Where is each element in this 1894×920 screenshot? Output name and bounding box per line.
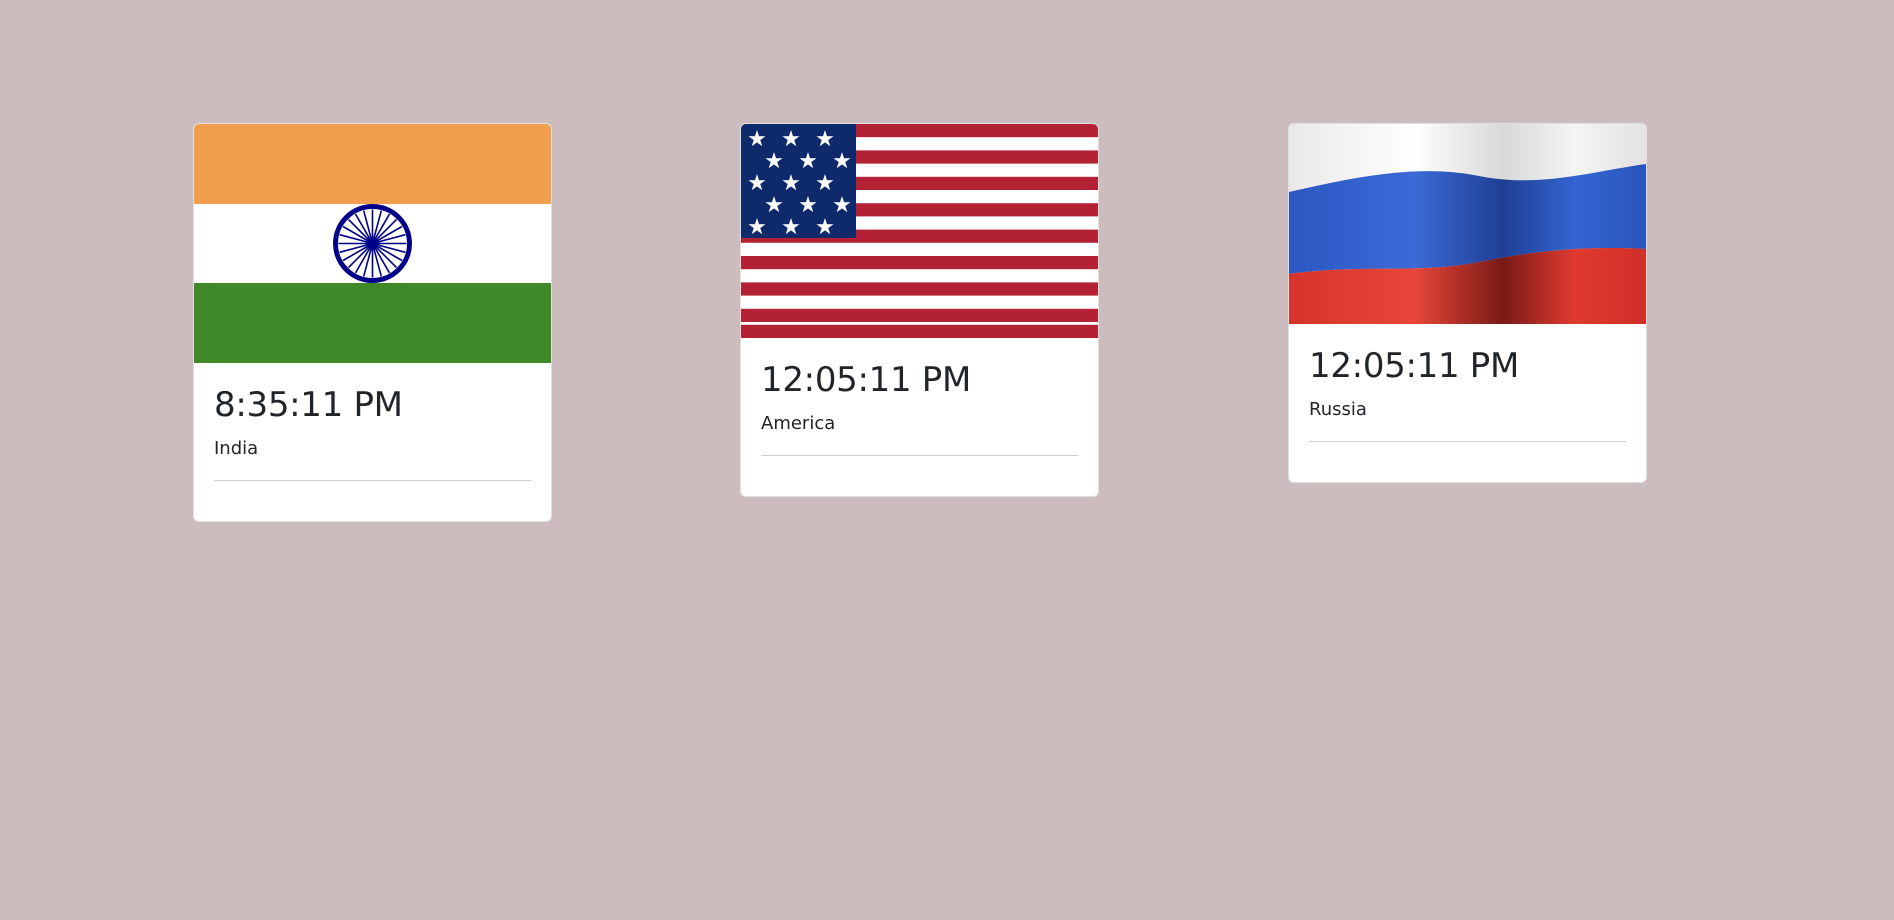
- divider: [761, 455, 1078, 456]
- svg-text:★: ★: [781, 215, 801, 240]
- country-label: Russia: [1309, 399, 1367, 420]
- clock-card-america: ★ ★ ★ ★ ★ ★ ★ ★ ★ ★ ★ ★ ★ ★ ★ 12:05:11 PM America: [740, 123, 1099, 497]
- svg-text:★: ★: [832, 149, 852, 174]
- time-display: 8:35:11 PM: [214, 385, 403, 425]
- svg-text:★: ★: [747, 215, 767, 240]
- russia-flag-icon: [1289, 124, 1646, 324]
- country-label: India: [214, 438, 259, 459]
- card-body: 12:05:11 PM Russia: [1289, 324, 1646, 482]
- clock-card-russia: 12:05:11 PM Russia: [1288, 123, 1647, 483]
- usa-flag-icon: ★ ★ ★ ★ ★ ★ ★ ★ ★ ★ ★ ★ ★ ★ ★: [741, 124, 1098, 338]
- time-display: 12:05:11 PM: [1309, 346, 1520, 386]
- russia-flag-image: [1289, 124, 1646, 324]
- time-display: 12:05:11 PM: [761, 360, 972, 400]
- clock-card-india: 8:35:11 PM India: [193, 123, 552, 522]
- svg-text:★: ★: [832, 193, 852, 218]
- card-body: 8:35:11 PM India: [194, 363, 551, 521]
- india-flag-image: [194, 124, 551, 363]
- card-body: 12:05:11 PM America: [741, 338, 1098, 496]
- divider: [214, 480, 531, 481]
- usa-flag-image: ★ ★ ★ ★ ★ ★ ★ ★ ★ ★ ★ ★ ★ ★ ★: [741, 124, 1098, 338]
- india-flag-icon: [194, 124, 551, 363]
- country-label: America: [761, 413, 836, 434]
- divider: [1309, 441, 1626, 442]
- svg-text:★: ★: [815, 215, 835, 240]
